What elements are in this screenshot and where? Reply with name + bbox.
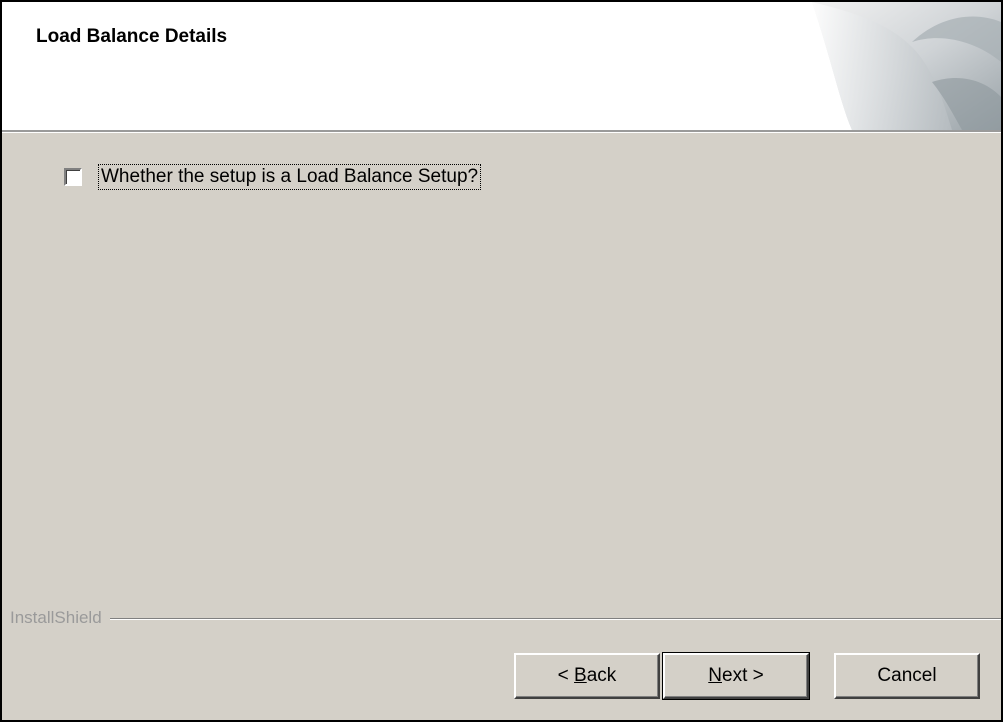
cancel-button[interactable]: Cancel [834, 653, 980, 699]
brand-separator: InstallShield [10, 608, 1001, 628]
back-button-mnemonic: B [574, 665, 587, 686]
load-balance-checkbox[interactable] [64, 168, 82, 186]
next-button[interactable]: Next > [662, 652, 810, 700]
dialog-header: Load Balance Details [2, 2, 1001, 132]
page-curl-graphic [812, 2, 1001, 130]
back-button-prefix: < [557, 665, 575, 686]
page-title: Load Balance Details [36, 26, 228, 47]
installshield-brand-label: InstallShield [10, 608, 110, 628]
brand-line-highlight [10, 619, 1001, 620]
back-button-rest: ack [586, 665, 617, 686]
installer-dialog: Load Balance Details Whether the setup i… [0, 0, 1003, 722]
next-button-rest: ext > [722, 665, 764, 686]
cancel-button-label: Cancel [877, 665, 937, 686]
back-button[interactable]: < Back [514, 653, 660, 699]
load-balance-option[interactable]: Whether the setup is a Load Balance Setu… [64, 164, 482, 190]
header-separator [2, 132, 1001, 133]
load-balance-checkbox-label[interactable]: Whether the setup is a Load Balance Setu… [98, 164, 482, 190]
next-button-mnemonic: N [708, 665, 722, 686]
